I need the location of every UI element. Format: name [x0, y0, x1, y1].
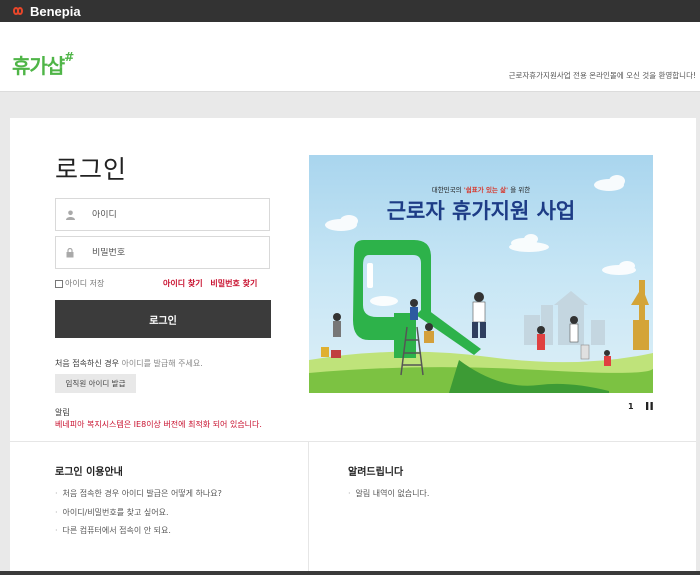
banner-subtitle-suffix: 을 위한: [510, 186, 530, 194]
page-title: 로그인: [55, 155, 128, 184]
password-input[interactable]: [84, 247, 254, 258]
pause-icon[interactable]: [646, 402, 653, 412]
id-input[interactable]: [84, 209, 254, 220]
login-button[interactable]: 로그인: [55, 300, 271, 338]
svg-text:대한민국의 '쉼표가 있는 삶': 대한민국의 '쉼표가 있는 삶' 을 위한: [432, 185, 530, 194]
issue-id-button[interactable]: 임직원 아이디 발급: [55, 374, 136, 393]
column-divider: [308, 442, 309, 575]
banner-illustration: 대한민국의 '쉼표가 있는 삶' 을 위한 근로자 휴가지원 사업: [309, 175, 653, 393]
browser-notice: 베네피아 복지시스템은 IE8이상 버전에 최적화 되어 있습니다.: [55, 420, 262, 429]
login-guide-list: 처음 접속한 경우 아이디 발급은 어떻게 하나요? 아이디/비밀번호를 찾고 …: [55, 488, 222, 544]
first-visit-info: 처음 접속하신 경우 아이디를 발급해 주세요.: [55, 358, 203, 369]
find-id-link[interactable]: 아이디 찾기: [163, 279, 203, 288]
site-logo[interactable]: 휴가샵#: [12, 50, 74, 79]
save-id-label[interactable]: 아이디 저장: [65, 278, 104, 289]
find-password-link[interactable]: 비밀번호 찾기: [210, 279, 257, 288]
save-id-row: 아이디 저장: [55, 278, 104, 289]
header: 휴가샵# 근로자휴가지원사업 전용 온라인몰에 오신 것을 환영합니다!: [0, 22, 700, 92]
section-divider: [10, 441, 696, 442]
first-visit-suffix: 아이디를 발급해 주세요.: [121, 359, 203, 368]
notice-label: 알림: [55, 408, 70, 417]
guide-item[interactable]: 다른 컴퓨터에서 접속이 안 되요.: [55, 525, 222, 544]
id-field[interactable]: [55, 198, 270, 231]
welcome-message: 근로자휴가지원사업 전용 온라인몰에 오신 것을 환영합니다!: [508, 71, 696, 80]
guide-item[interactable]: 처음 접속한 경우 아이디 발급은 어떻게 하나요?: [55, 488, 222, 507]
logo-hash: #: [64, 50, 74, 64]
password-field[interactable]: [55, 236, 270, 269]
logo-text: 휴가샵: [12, 54, 65, 78]
notices-list: 알림 내역이 없습니다.: [348, 488, 430, 499]
bottom-bar: [0, 571, 700, 575]
top-bar: Benepia: [0, 0, 700, 22]
banner-page-number: 1: [628, 402, 634, 411]
banner-subtitle-highlight: '쉼표가 있는 삶': [464, 185, 508, 194]
login-card: 로그인 아이디 저장 아이디 찾기 비밀번호 찾기 로그인 처음 접속하신 경우…: [10, 118, 696, 575]
guide-item[interactable]: 아이디/비밀번호를 찾고 싶어요.: [55, 507, 222, 526]
notices-title: 알려드립니다: [348, 467, 404, 478]
user-icon: [56, 210, 84, 220]
brand-name[interactable]: Benepia: [30, 4, 81, 19]
benepia-logo-icon: [12, 7, 24, 15]
promo-banner[interactable]: 대한민국의 '쉼표가 있는 삶' 을 위한 근로자 휴가지원 사업: [309, 155, 653, 393]
banner-headline: 근로자 휴가지원 사업: [387, 199, 576, 223]
login-guide-title: 로그인 이용안내: [55, 467, 123, 478]
find-links: 아이디 찾기 비밀번호 찾기: [163, 278, 262, 289]
first-visit-prefix: 처음 접속하신 경우: [55, 359, 119, 368]
banner-subtitle-prefix: 대한민국의: [432, 185, 462, 194]
save-id-checkbox[interactable]: [55, 279, 63, 288]
notice-item: 알림 내역이 없습니다.: [348, 488, 430, 499]
lock-icon: [56, 247, 84, 258]
